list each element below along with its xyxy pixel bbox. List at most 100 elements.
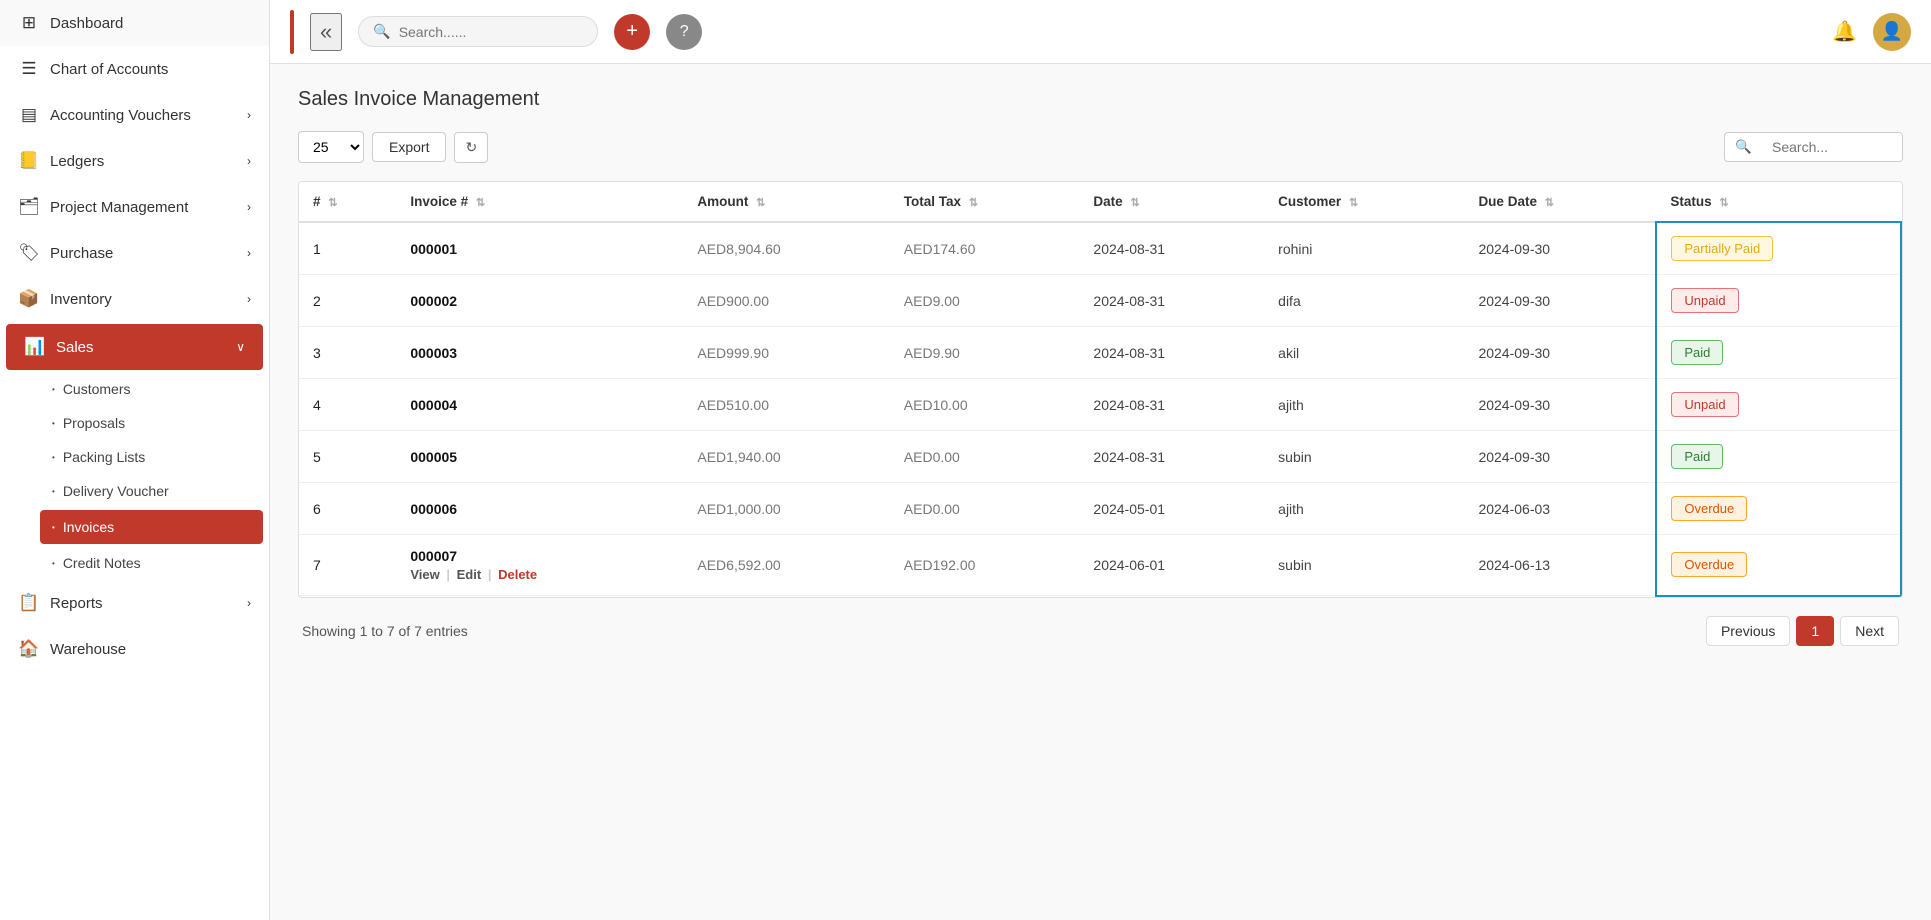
cell-customer: akil (1264, 327, 1464, 379)
cell-date: 2024-08-31 (1079, 275, 1264, 327)
sidebar-item-label: Inventory (50, 291, 112, 308)
bullet-icon: • (52, 523, 55, 532)
chevron-right-icon: › (247, 200, 251, 214)
cell-due-date: 2024-09-30 (1464, 222, 1656, 275)
table-search-icon[interactable]: 🔍 (1725, 133, 1762, 161)
chart-icon: ☰ (18, 59, 40, 79)
cell-status: Paid (1656, 327, 1901, 379)
sidebar-item-dashboard[interactable]: ⊞ Dashboard (0, 0, 269, 46)
export-button[interactable]: Export (372, 132, 446, 162)
sidebar-item-credit-notes[interactable]: • Credit Notes (40, 546, 269, 580)
topbar-search[interactable]: 🔍 (358, 16, 598, 47)
cell-total-tax: AED9.90 (890, 327, 1080, 379)
chevron-right-icon: › (247, 292, 251, 306)
sidebar-item-sales[interactable]: 📊 Sales ∨ (6, 324, 263, 370)
sidebar-item-chart-of-accounts[interactable]: ☰ Chart of Accounts (0, 46, 269, 92)
avatar[interactable]: 👤 (1873, 13, 1911, 51)
cell-customer: ajith (1264, 379, 1464, 431)
per-page-select[interactable]: 25 50 100 (298, 131, 364, 163)
cell-invoice: 000003 (396, 327, 683, 379)
sidebar-item-label: Reports (50, 595, 103, 612)
next-button[interactable]: Next (1840, 616, 1899, 646)
cell-num: 5 (299, 431, 396, 483)
col-status: Status ⇅ (1656, 182, 1901, 222)
toolbar: 25 50 100 Export ↻ 🔍 (298, 131, 1903, 163)
main-content: « 🔍 + ? 🔔 👤 Sales Invoice Management 25 … (270, 0, 1931, 920)
cell-amount: AED8,904.60 (683, 222, 889, 275)
cell-num: 1 (299, 222, 396, 275)
refresh-button[interactable]: ↻ (454, 132, 488, 163)
sidebar-item-invoices[interactable]: • Invoices (40, 510, 263, 544)
topbar: « 🔍 + ? 🔔 👤 (270, 0, 1931, 64)
sidebar-item-label: Project Management (50, 199, 188, 216)
avatar-image: 👤 (1881, 21, 1903, 42)
cell-amount: AED1,940.00 (683, 431, 889, 483)
table-search-input[interactable] (1762, 133, 1902, 161)
sidebar-item-proposals[interactable]: • Proposals (40, 406, 269, 440)
cell-num: 2 (299, 275, 396, 327)
sidebar-item-packing-lists[interactable]: • Packing Lists (40, 440, 269, 474)
bullet-icon: • (52, 419, 55, 428)
cell-num: 3 (299, 327, 396, 379)
col-due-date: Due Date ⇅ (1464, 182, 1656, 222)
topbar-search-input[interactable] (399, 24, 559, 40)
voucher-icon: ▤ (18, 105, 40, 125)
delete-link[interactable]: Delete (498, 567, 537, 582)
cell-invoice: 000001 (396, 222, 683, 275)
page-1-button[interactable]: 1 (1796, 616, 1834, 646)
cell-num: 6 (299, 483, 396, 535)
status-badge: Unpaid (1671, 288, 1738, 313)
bullet-icon: • (52, 385, 55, 394)
search-icon: 🔍 (373, 23, 390, 40)
sidebar-item-label: Chart of Accounts (50, 61, 168, 78)
sidebar-sub-label: Credit Notes (63, 555, 141, 571)
sidebar-item-delivery-voucher[interactable]: • Delivery Voucher (40, 474, 269, 508)
cell-num: 7 (299, 535, 396, 596)
col-date: Date ⇅ (1079, 182, 1264, 222)
sidebar-item-ledgers[interactable]: 📒 Ledgers › (0, 138, 269, 184)
warehouse-icon: 🏠 (18, 639, 40, 659)
sidebar-item-project-management[interactable]: 🗂 Project Management › (0, 184, 269, 230)
sidebar-item-inventory[interactable]: 📦 Inventory › (0, 276, 269, 322)
cell-customer: difa (1264, 275, 1464, 327)
table-search: 🔍 (1724, 132, 1903, 162)
sidebar-item-purchase[interactable]: 🏷 Purchase › (0, 230, 269, 276)
cell-due-date: 2024-09-30 (1464, 431, 1656, 483)
bullet-icon: • (52, 487, 55, 496)
purchase-icon: 🏷 (18, 243, 40, 263)
sort-icon: ⇅ (1130, 197, 1139, 209)
ledger-icon: 📒 (18, 151, 40, 171)
add-button[interactable]: + (614, 14, 650, 50)
bullet-icon: • (52, 453, 55, 462)
sidebar-item-label: Accounting Vouchers (50, 107, 191, 124)
cell-date: 2024-08-31 (1079, 222, 1264, 275)
sales-submenu: • Customers • Proposals • Packing Lists … (0, 372, 269, 580)
invoice-table-container: # ⇅ Invoice # ⇅ Amount ⇅ Total Tax (298, 181, 1903, 598)
cell-customer: subin (1264, 535, 1464, 596)
notification-icon[interactable]: 🔔 (1832, 19, 1857, 44)
cell-amount: AED6,592.00 (683, 535, 889, 596)
table-row: 5 000005 AED1,940.00 AED0.00 2024-08-31 … (299, 431, 1901, 483)
sidebar-item-label: Sales (56, 339, 94, 356)
sidebar-item-accounting-vouchers[interactable]: ▤ Accounting Vouchers › (0, 92, 269, 138)
reports-icon: 📋 (18, 593, 40, 613)
back-button[interactable]: « (310, 13, 342, 51)
col-amount: Amount ⇅ (683, 182, 889, 222)
separator: | (446, 567, 450, 582)
sidebar-item-reports[interactable]: 📋 Reports › (0, 580, 269, 626)
view-link[interactable]: View (410, 567, 439, 582)
dashboard-icon: ⊞ (18, 13, 40, 33)
sidebar-item-warehouse[interactable]: 🏠 Warehouse (0, 626, 269, 672)
help-button[interactable]: ? (666, 14, 702, 50)
cell-amount: AED1,000.00 (683, 483, 889, 535)
status-badge: Paid (1671, 444, 1723, 469)
table-row: 2 000002 AED900.00 AED9.00 2024-08-31 di… (299, 275, 1901, 327)
cell-total-tax: AED174.60 (890, 222, 1080, 275)
sidebar-item-label: Warehouse (50, 641, 126, 658)
previous-button[interactable]: Previous (1706, 616, 1790, 646)
status-badge: Overdue (1671, 496, 1747, 521)
sidebar-item-customers[interactable]: • Customers (40, 372, 269, 406)
sort-icon: ⇅ (476, 197, 485, 209)
edit-link[interactable]: Edit (457, 567, 482, 582)
cell-customer: rohini (1264, 222, 1464, 275)
